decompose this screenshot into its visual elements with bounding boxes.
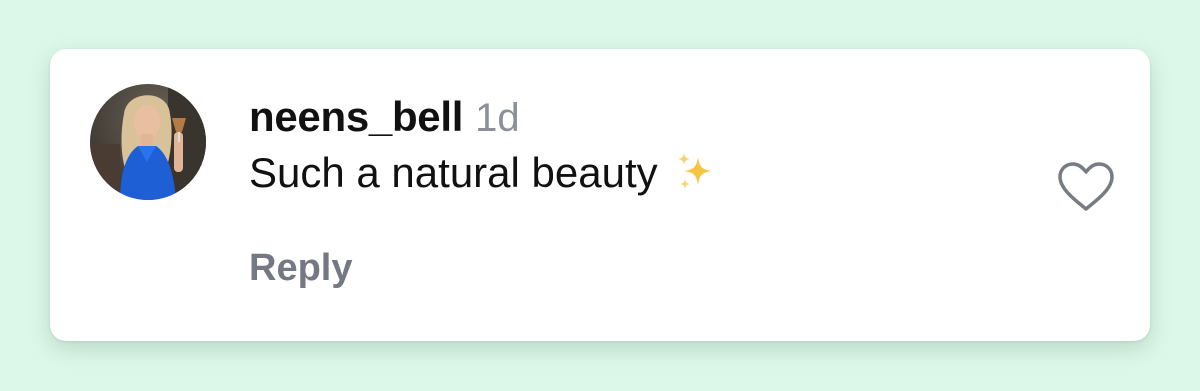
username-link[interactable]: neens_bell — [249, 93, 463, 141]
comment-text: Such a natural beauty — [249, 149, 658, 196]
comment-header: neens_bell 1d — [249, 93, 718, 141]
sparkles-icon — [674, 151, 718, 195]
like-button[interactable] — [1056, 161, 1116, 213]
avatar[interactable] — [90, 84, 206, 200]
heart-outline-icon — [1058, 162, 1114, 211]
comment-content: neens_bell 1d Such a natural beauty — [249, 93, 718, 197]
timestamp: 1d — [475, 96, 520, 140]
comment-body: Such a natural beauty — [249, 149, 718, 197]
reply-button[interactable]: Reply — [249, 247, 352, 290]
avatar-image — [90, 84, 206, 200]
comment-card: neens_bell 1d Such a natural beauty Repl… — [50, 49, 1150, 341]
